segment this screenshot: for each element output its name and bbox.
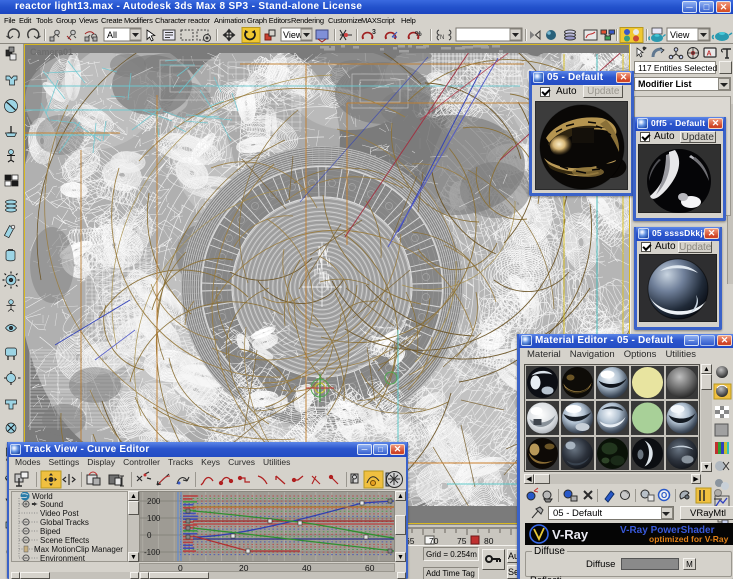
svg-text:View: View [283, 30, 303, 40]
svg-text:%: % [415, 29, 422, 38]
svg-text:N: N [440, 35, 444, 41]
svg-text:3: 3 [372, 29, 376, 36]
svg-text:All: All [107, 30, 117, 40]
svg-text:View: View [670, 30, 690, 40]
